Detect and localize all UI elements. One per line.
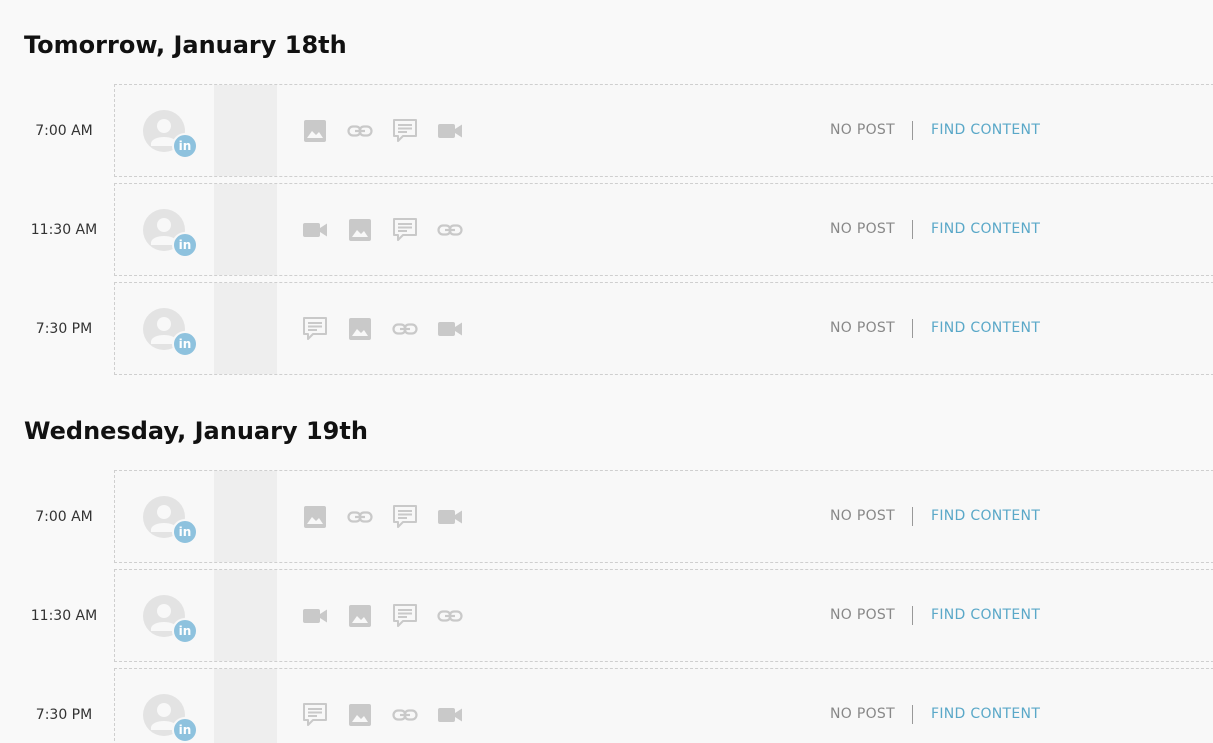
slot-card[interactable]: in NO POST FIND CONTENT [114,668,1213,743]
time-slot: 7:30 PM in NO POST FIND CONTENT [0,668,1213,743]
status-text: NO POST [830,320,895,336]
comment-icon [302,316,328,342]
post-thumbnail [214,283,277,374]
slot-time: 7:00 AM [35,123,93,139]
link-icon [347,504,373,530]
post-thumbnail [214,184,277,275]
linkedin-badge-icon: in [172,717,198,743]
status-text: NO POST [830,221,895,237]
comment-icon [302,702,328,728]
slot-time: 7:30 PM [35,707,93,723]
slot-card[interactable]: in NO POST FIND CONTENT [114,84,1213,177]
day-title: Tomorrow, January 18th [24,31,347,59]
link-icon [347,118,373,144]
image-icon [347,217,373,243]
linkedin-badge-icon: in [172,331,198,357]
find-content-link[interactable]: FIND CONTENT [931,570,1040,661]
slot-card[interactable]: in NO POST FIND CONTENT [114,282,1213,375]
post-thumbnail [214,570,277,661]
divider [912,121,913,140]
link-icon [437,603,463,629]
video-icon [437,316,463,342]
video-icon [437,504,463,530]
find-content-link[interactable]: FIND CONTENT [931,85,1040,176]
image-icon [347,316,373,342]
status-text: NO POST [830,508,895,524]
video-icon [437,702,463,728]
find-content-link[interactable]: FIND CONTENT [931,184,1040,275]
day-title: Wednesday, January 19th [24,417,368,445]
video-icon [437,118,463,144]
status-text: NO POST [830,607,895,623]
time-slot: 11:30 AM in NO POST FIND CONTENT [0,569,1213,664]
link-icon [437,217,463,243]
slot-card[interactable]: in NO POST FIND CONTENT [114,183,1213,276]
image-icon [347,702,373,728]
divider [912,319,913,338]
find-content-link[interactable]: FIND CONTENT [931,669,1040,743]
slot-time: 11:30 AM [30,222,98,238]
find-content-link[interactable]: FIND CONTENT [931,471,1040,562]
slot-time: 11:30 AM [30,608,98,624]
linkedin-badge-icon: in [172,232,198,258]
image-icon [347,603,373,629]
linkedin-badge-icon: in [172,618,198,644]
comment-icon [392,504,418,530]
comment-icon [392,603,418,629]
link-icon [392,316,418,342]
video-icon [302,603,328,629]
post-thumbnail [214,85,277,176]
linkedin-badge-icon: in [172,133,198,159]
post-thumbnail [214,471,277,562]
time-slot: 7:00 AM in NO POST FIND CONTENT [0,470,1213,565]
divider [912,507,913,526]
linkedin-badge-icon: in [172,519,198,545]
divider [912,705,913,724]
status-text: NO POST [830,122,895,138]
slot-card[interactable]: in NO POST FIND CONTENT [114,470,1213,563]
schedule-page: Tomorrow, January 18th 7:00 AM in NO POS… [0,0,1213,743]
comment-icon [392,118,418,144]
video-icon [302,217,328,243]
slot-time: 7:30 PM [35,321,93,337]
find-content-link[interactable]: FIND CONTENT [931,283,1040,374]
image-icon [302,504,328,530]
time-slot: 11:30 AM in NO POST FIND CONTENT [0,183,1213,278]
post-thumbnail [214,669,277,743]
slot-time: 7:00 AM [35,509,93,525]
divider [912,220,913,239]
time-slot: 7:00 AM in NO POST FIND CONTENT [0,84,1213,179]
slot-card[interactable]: in NO POST FIND CONTENT [114,569,1213,662]
link-icon [392,702,418,728]
divider [912,606,913,625]
comment-icon [392,217,418,243]
time-slot: 7:30 PM in NO POST FIND CONTENT [0,282,1213,377]
status-text: NO POST [830,706,895,722]
image-icon [302,118,328,144]
